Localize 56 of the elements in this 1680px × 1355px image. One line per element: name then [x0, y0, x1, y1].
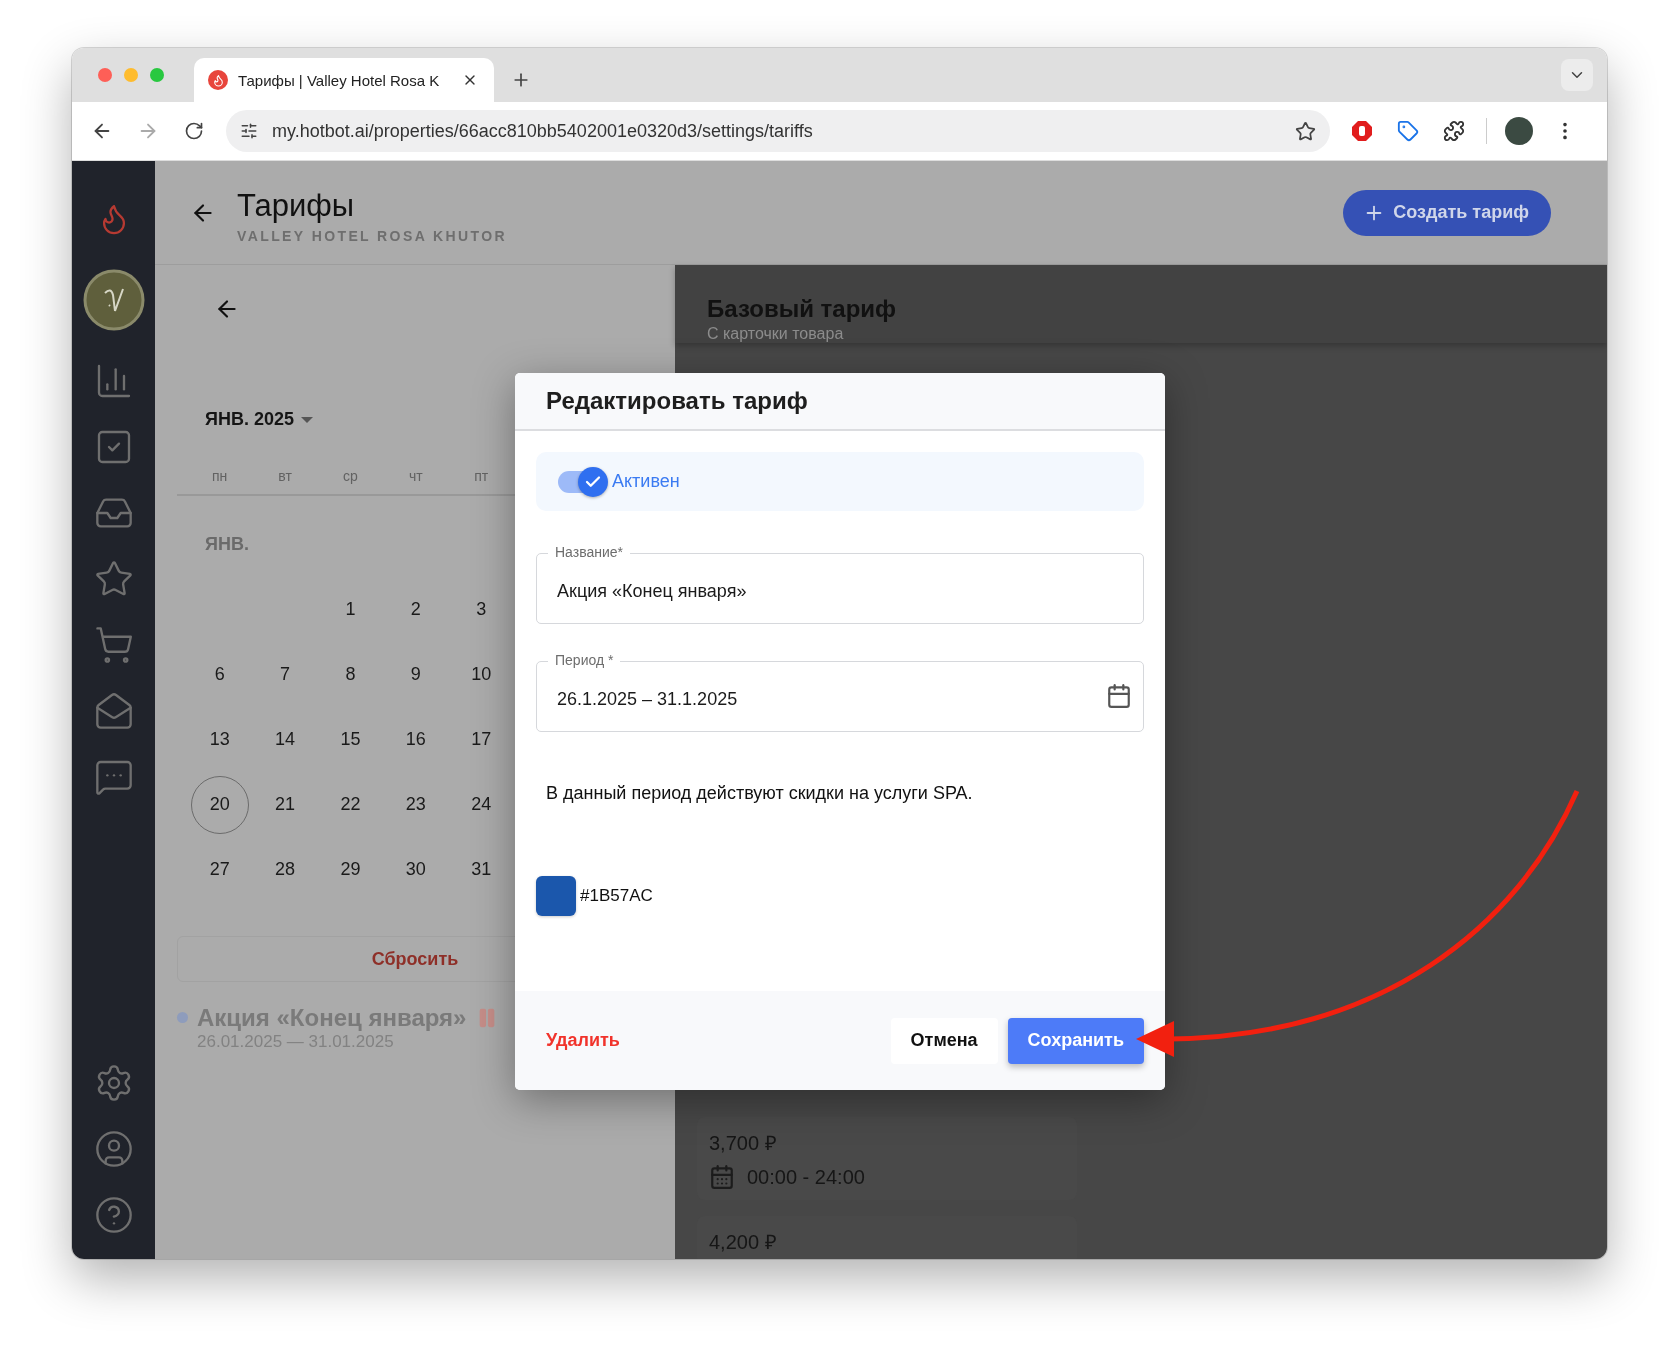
calendar-day[interactable]: 15 [321, 710, 380, 769]
site-settings-icon[interactable] [240, 122, 258, 140]
calendar-day[interactable]: 28 [256, 840, 315, 899]
calendar-day[interactable]: 23 [386, 775, 445, 834]
address-bar[interactable]: my.hotbot.ai/properties/66acc810bb5402001e0320d3/settings/tariffs [226, 110, 1330, 152]
field-label: Период * [548, 652, 621, 668]
calendar-day[interactable]: 29 [321, 840, 380, 899]
hotel-avatar-icon[interactable] [82, 269, 145, 331]
cancel-button[interactable]: Отмена [890, 1017, 998, 1064]
url-text: my.hotbot.ai/properties/66acc810bb5402001e0320d3/settings/tariffs [272, 120, 814, 142]
close-window-icon[interactable] [98, 68, 112, 82]
calendar-day[interactable]: 1 [321, 580, 380, 639]
calendar-day[interactable]: 30 [386, 840, 445, 899]
page-title: Тарифы [237, 187, 356, 224]
caret-icon [300, 415, 314, 424]
calendar-icon [709, 1164, 735, 1190]
dialog-title: Редактировать тариф [546, 387, 808, 415]
bookmark-star-icon[interactable] [1295, 120, 1316, 142]
calendar-day[interactable]: 3 [452, 580, 511, 639]
calendar-day[interactable]: 8 [321, 645, 380, 704]
calendar-day[interactable]: 27 [190, 840, 249, 899]
tariff-subtitle: С карточки товара [707, 325, 845, 343]
flame-favicon-icon [208, 70, 228, 90]
calendar-day[interactable]: 21 [256, 775, 315, 834]
weekday-label: вт [277, 468, 293, 484]
hotel-name: VALLEY HOTEL ROSA KHUTOR [237, 227, 507, 244]
calendar-day[interactable]: 6 [190, 645, 249, 704]
tab-title: Тарифы | Valley Hotel Rosa K [238, 71, 441, 89]
color-swatch[interactable] [536, 876, 576, 916]
calendar-icon[interactable] [1106, 683, 1132, 709]
active-label: Активен [612, 471, 680, 492]
weekday-label: пн [211, 468, 229, 484]
calendar-day[interactable]: 7 [256, 645, 315, 704]
calendar-day[interactable]: 2 [386, 580, 445, 639]
calendar-day[interactable]: 31 [452, 840, 511, 899]
save-button[interactable]: Сохранить [1007, 1017, 1144, 1064]
weekday-label: чт [408, 468, 424, 484]
month-picker[interactable]: ЯНВ. 2025 [205, 409, 314, 430]
description-text: В данный период действуют скидки на услуги SPA. [546, 783, 974, 804]
browser-tab[interactable]: Тарифы | Valley Hotel Rosa K [194, 58, 494, 102]
calendar-day[interactable]: 22 [321, 775, 380, 834]
calendar-day[interactable]: 10 [452, 645, 511, 704]
profile-avatar[interactable] [1505, 117, 1533, 145]
delete-button[interactable]: Удалить [546, 1030, 620, 1051]
calendar-day[interactable]: 16 [386, 710, 445, 769]
calendar-day[interactable]: 17 [452, 710, 511, 769]
calendar-day[interactable]: 14 [256, 710, 315, 769]
field-label: Название* [548, 544, 630, 560]
calendar-day[interactable]: 13 [190, 710, 249, 769]
weekday-label: пт [473, 468, 490, 484]
create-tariff-button[interactable]: Создать тариф [1343, 189, 1551, 236]
month-label: ЯНВ. [205, 534, 249, 555]
weekday-label: ср [342, 468, 359, 484]
calendar-day[interactable]: 9 [386, 645, 445, 704]
calendar-day[interactable]: 24 [452, 775, 511, 834]
color-code: #1B57AC [580, 886, 653, 906]
